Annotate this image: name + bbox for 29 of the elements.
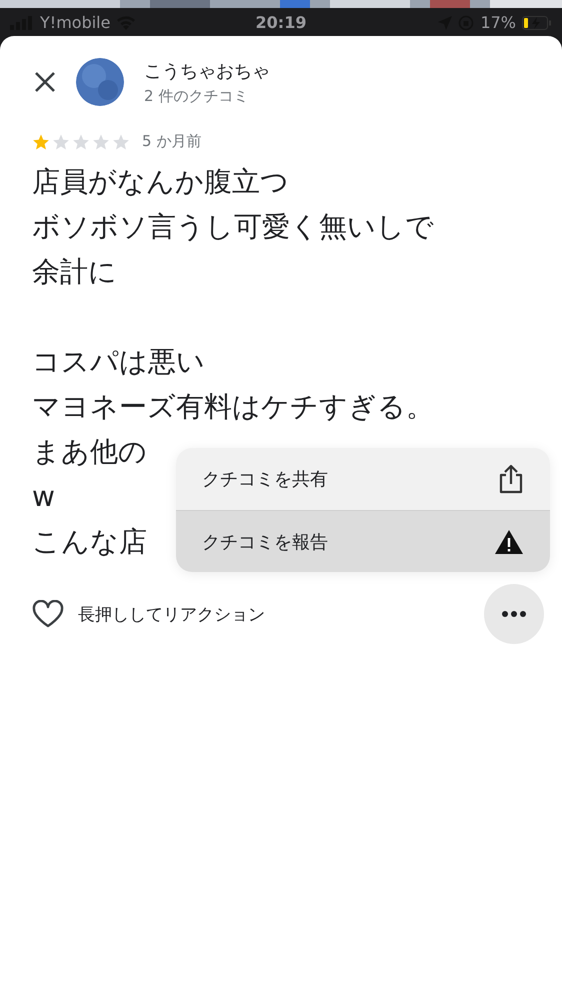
review-count: 2 件のクチコミ bbox=[144, 86, 250, 106]
star-icon bbox=[72, 132, 90, 150]
review-line: ボソボソ言うし可愛く無いしで bbox=[32, 209, 434, 245]
review-line: 店員がなんか腹立つ bbox=[32, 164, 289, 200]
star-icon bbox=[52, 132, 70, 150]
warning-icon bbox=[494, 528, 524, 554]
star-icon bbox=[112, 132, 130, 150]
review-line: マヨネーズ有料はケチすぎる。 bbox=[32, 389, 434, 425]
reviewer-name[interactable]: こうちゃおちゃ bbox=[144, 58, 270, 82]
close-icon[interactable] bbox=[34, 71, 56, 93]
more-icon bbox=[502, 611, 526, 617]
review-line: w bbox=[32, 479, 55, 515]
review-line: コスパは悪い bbox=[32, 344, 205, 380]
review-age: 5 か月前 bbox=[142, 132, 202, 151]
avatar bbox=[76, 58, 124, 106]
battery-charging-icon bbox=[522, 16, 552, 30]
share-icon bbox=[498, 464, 524, 494]
clock-time: 20:19 bbox=[256, 13, 306, 32]
heart-icon[interactable] bbox=[32, 600, 64, 628]
battery-percent: 17% bbox=[480, 13, 516, 32]
carrier-name: Y!mobile bbox=[40, 13, 110, 32]
review-line: まあ他の bbox=[32, 434, 147, 470]
star-icon bbox=[92, 132, 110, 150]
review-line: 余計に bbox=[32, 254, 117, 290]
reaction-hint: 長押ししてリアクション bbox=[78, 604, 265, 626]
review-line: こんな店 bbox=[32, 524, 147, 560]
star-icon bbox=[32, 132, 50, 150]
menu-item[interactable]: クチコミを報告 bbox=[176, 510, 550, 572]
menu-item[interactable]: クチコミを共有 bbox=[176, 448, 550, 510]
